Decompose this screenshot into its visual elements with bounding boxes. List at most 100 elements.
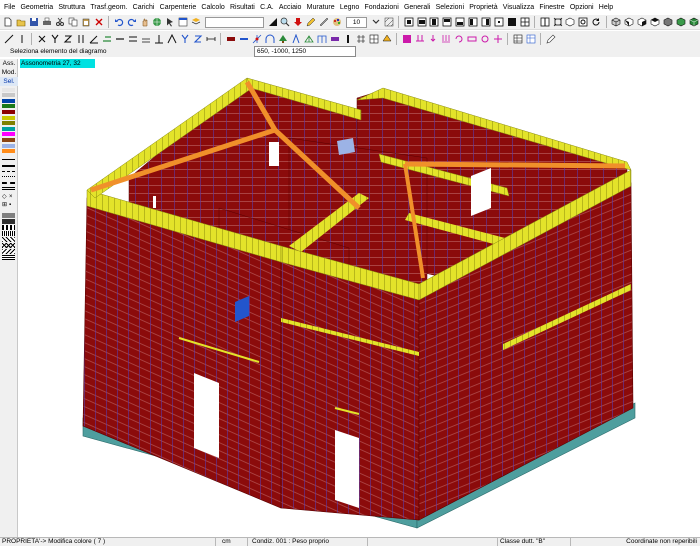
hand-icon[interactable]	[139, 17, 150, 28]
split-view-icon[interactable]	[539, 17, 550, 28]
wall-tool-icon[interactable]	[225, 33, 236, 44]
redo-icon[interactable]	[126, 17, 137, 28]
refresh-icon[interactable]	[591, 17, 602, 28]
cube-back-icon[interactable]	[662, 17, 673, 28]
layer-select[interactable]: 10	[345, 16, 368, 28]
color-swatch-1[interactable]	[2, 93, 15, 98]
pattern-grid[interactable]	[2, 254, 15, 260]
open-folder-icon[interactable]	[16, 17, 27, 28]
frame-icon[interactable]	[316, 33, 327, 44]
hatch-icon[interactable]	[383, 17, 394, 28]
angle-icon[interactable]	[88, 33, 99, 44]
paste-icon[interactable]	[80, 17, 91, 28]
menu-item-10[interactable]: Murature	[307, 0, 335, 15]
pattern-vertical[interactable]	[2, 230, 15, 236]
skew-icon[interactable]	[166, 33, 177, 44]
symbol-diamond-icon[interactable]: ◇	[2, 193, 9, 201]
pattern-crosshatch[interactable]	[2, 242, 15, 248]
menu-item-1[interactable]: Geometria	[20, 0, 53, 15]
palette-icon[interactable]	[332, 17, 343, 28]
symbol-cross-icon[interactable]: ×	[9, 193, 16, 201]
line-dashdot-sample[interactable]	[2, 181, 15, 186]
y-skew-icon[interactable]	[179, 33, 190, 44]
grid-view-icon[interactable]	[519, 17, 530, 28]
moment-icon[interactable]	[453, 33, 464, 44]
color-swatch-6[interactable]	[2, 121, 15, 126]
x-axis-icon[interactable]	[36, 33, 47, 44]
view-left-icon[interactable]	[468, 17, 479, 28]
cube-iso-icon[interactable]	[675, 17, 686, 28]
arch-tool-icon[interactable]	[264, 33, 275, 44]
view-full-icon[interactable]	[506, 17, 517, 28]
equal-icon[interactable]	[127, 33, 138, 44]
color-swatch-2[interactable]	[2, 98, 15, 103]
pattern-wave[interactable]	[2, 248, 15, 254]
menu-item-5[interactable]: Carpenterie	[160, 0, 197, 15]
fit-view-icon[interactable]	[552, 17, 563, 28]
pattern-solid-dark[interactable]	[2, 218, 15, 224]
z-axis-icon[interactable]	[62, 33, 73, 44]
result-grid-icon[interactable]	[512, 33, 523, 44]
cube-top-icon[interactable]	[649, 17, 660, 28]
y-axis-icon[interactable]	[49, 33, 60, 44]
view-bottom-icon[interactable]	[442, 17, 453, 28]
minus-icon[interactable]	[114, 33, 125, 44]
window-icon[interactable]	[178, 17, 189, 28]
pencil-icon[interactable]	[306, 17, 317, 28]
new-file-icon[interactable]	[3, 17, 14, 28]
tab-mod[interactable]: Mod.	[0, 68, 18, 77]
tower-icon[interactable]	[290, 33, 301, 44]
z-skew-icon[interactable]	[192, 33, 203, 44]
thermal-load-icon[interactable]	[492, 33, 503, 44]
delete-icon[interactable]	[93, 17, 104, 28]
down-arrow-icon[interactable]	[293, 17, 304, 28]
pattern-solid-gray[interactable]	[2, 212, 15, 218]
menu-item-15[interactable]: Proprietà	[469, 0, 497, 15]
menu-item-12[interactable]: Fondazioni	[365, 0, 399, 15]
menu-item-18[interactable]: Opzioni	[570, 0, 594, 15]
menu-item-0[interactable]: File	[4, 0, 15, 15]
slab-icon[interactable]	[329, 33, 340, 44]
blue-block-roof[interactable]	[337, 138, 355, 155]
view-center-icon[interactable]	[494, 17, 505, 28]
menu-item-6[interactable]: Calcolo	[201, 0, 224, 15]
color-swatch-10[interactable]	[2, 143, 15, 148]
globe-icon[interactable]	[152, 17, 163, 28]
parallel-icon[interactable]	[75, 33, 86, 44]
color-swatch-11[interactable]	[2, 149, 15, 154]
line-icon[interactable]	[3, 33, 14, 44]
zoom-window-icon[interactable]	[578, 17, 589, 28]
beam-tool-icon[interactable]	[238, 33, 249, 44]
view-front-icon[interactable]	[403, 17, 414, 28]
menu-item-4[interactable]: Carichi	[133, 0, 155, 15]
arrow-up-left-icon[interactable]	[267, 17, 278, 28]
line-double-sample[interactable]	[2, 187, 15, 191]
model-viewport[interactable]	[19, 58, 700, 537]
edit-pencil-icon[interactable]	[545, 33, 556, 44]
color-swatch-0[interactable]	[2, 87, 15, 92]
support-icon[interactable]	[381, 33, 392, 44]
copy-icon[interactable]	[68, 17, 79, 28]
mesh-icon[interactable]	[368, 33, 379, 44]
select-icon[interactable]	[165, 17, 176, 28]
layers-icon[interactable]	[191, 17, 202, 28]
symbol-square-icon[interactable]: ▪	[9, 201, 16, 209]
save-icon[interactable]	[29, 17, 40, 28]
pattern-checker[interactable]	[2, 224, 15, 230]
color-swatch-8[interactable]	[2, 132, 15, 137]
color-swatch-7[interactable]	[2, 126, 15, 131]
menu-item-16[interactable]: Visualizza	[503, 0, 534, 15]
view-top-icon[interactable]	[429, 17, 440, 28]
zoom-in-icon[interactable]	[280, 17, 291, 28]
text-field[interactable]	[204, 16, 265, 28]
force-icon[interactable]	[427, 33, 438, 44]
pattern-diagonal[interactable]	[2, 236, 15, 242]
node-tool-icon[interactable]	[251, 33, 262, 44]
menu-item-9[interactable]: Acciaio	[279, 0, 302, 15]
rafter-4[interactable]	[404, 161, 626, 169]
menu-item-3[interactable]: Trasf.geom.	[90, 0, 127, 15]
dim-icon[interactable]	[205, 33, 216, 44]
perpendicular-icon[interactable]	[153, 33, 164, 44]
menu-item-13[interactable]: Generali	[404, 0, 430, 15]
cube-view-icon[interactable]	[611, 17, 622, 28]
